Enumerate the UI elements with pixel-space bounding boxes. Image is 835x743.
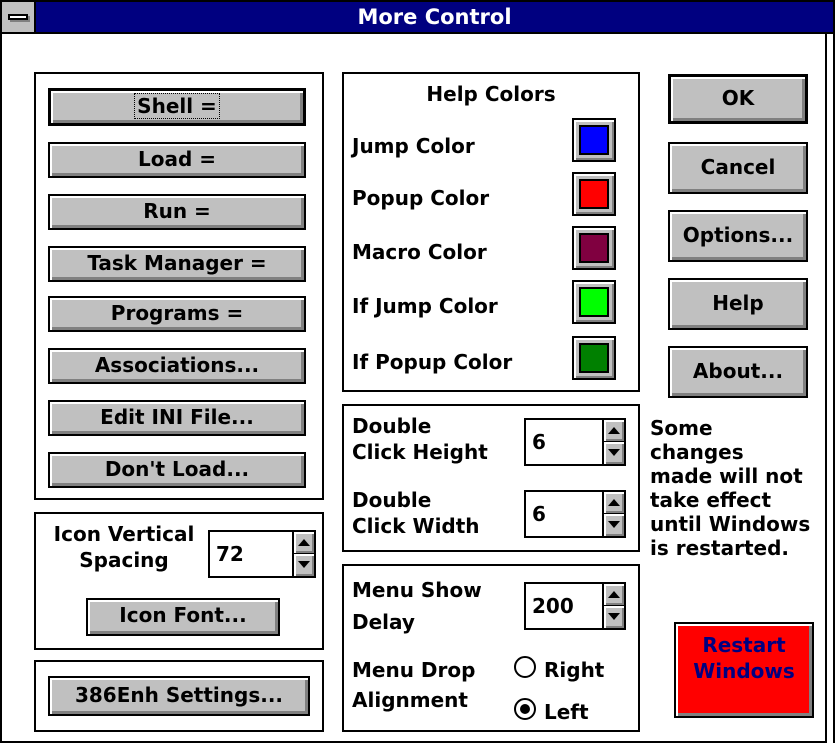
if-jump-color-label: If Jump Color <box>352 294 498 318</box>
shell-settings-group: Shell = Load = Run = Task Manager = Prog… <box>34 72 324 500</box>
title-bar: More Control <box>2 2 833 34</box>
macro-color-label: Macro Color <box>352 240 487 264</box>
associations-button[interactable]: Associations... <box>48 348 306 384</box>
jump-color-label: Jump Color <box>352 134 475 158</box>
popup-color-label: Popup Color <box>352 186 490 210</box>
icon-spacing-label-line1: Icon Vertical <box>53 522 195 546</box>
restart-note-line: made will not <box>650 464 803 488</box>
restart-windows-label-line1: Restart <box>702 633 786 657</box>
spin-up-icon[interactable] <box>604 584 624 606</box>
spin-down-icon[interactable] <box>604 606 624 628</box>
double-click-height-label-1: Double <box>352 414 432 438</box>
run-button[interactable]: Run = <box>48 194 306 230</box>
double-click-height-value[interactable]: 6 <box>532 430 546 454</box>
restart-note: Some changes made will not take effect u… <box>650 416 835 560</box>
double-click-height-spinner[interactable]: 6 <box>524 418 626 466</box>
align-right-label[interactable]: Right <box>544 658 604 682</box>
if-popup-color-label: If Popup Color <box>352 350 513 374</box>
if-jump-color-button[interactable] <box>572 280 616 324</box>
restart-note-line: changes <box>650 440 744 464</box>
double-click-width-value[interactable]: 6 <box>532 502 546 526</box>
cancel-button[interactable]: Cancel <box>668 142 808 194</box>
help-colors-title: Help Colors <box>426 82 556 106</box>
ok-button[interactable]: OK <box>668 74 808 124</box>
align-left-label[interactable]: Left <box>544 700 589 724</box>
popup-color-button[interactable] <box>572 172 616 216</box>
spin-up-icon[interactable] <box>604 420 624 442</box>
more-control-dialog: More Control Shell = Load = Run = Task M… <box>0 0 835 743</box>
icon-spacing-group: Icon Vertical Spacing 72 Icon Font... <box>34 512 324 650</box>
edit-ini-file-button[interactable]: Edit INI File... <box>48 400 306 436</box>
shell-button[interactable]: Shell = <box>48 88 306 126</box>
menu-drop-alignment-label-1: Menu Drop <box>352 658 476 682</box>
menu-drop-alignment-label-2: Alignment <box>352 688 468 712</box>
386enh-settings-button[interactable]: 386Enh Settings... <box>48 676 310 716</box>
window-frame-right <box>825 34 833 743</box>
align-right-radio[interactable] <box>514 656 536 678</box>
menu-show-delay-spinner[interactable]: 200 <box>524 582 626 630</box>
double-click-group: Double Click Height 6 Double Click Width… <box>342 404 640 552</box>
restart-note-line: is restarted. <box>650 536 790 560</box>
spin-down-icon[interactable] <box>604 514 624 536</box>
double-click-width-label-1: Double <box>352 488 432 512</box>
spin-down-icon[interactable] <box>604 442 624 464</box>
load-button[interactable]: Load = <box>48 142 306 178</box>
menu-show-delay-value[interactable]: 200 <box>532 594 574 618</box>
double-click-height-label-2: Click Height <box>352 440 488 464</box>
spin-up-icon[interactable] <box>604 492 624 514</box>
menu-show-delay-label-2: Delay <box>352 610 415 634</box>
task-manager-button[interactable]: Task Manager = <box>48 246 306 282</box>
icon-spacing-label-line2: Spacing <box>79 548 169 572</box>
icon-font-button[interactable]: Icon Font... <box>86 598 280 636</box>
options-button[interactable]: Options... <box>668 210 808 262</box>
icon-spacing-value[interactable]: 72 <box>216 542 244 566</box>
jump-color-button[interactable] <box>572 118 616 162</box>
restart-note-line: Some <box>650 416 713 440</box>
programs-button[interactable]: Programs = <box>48 296 306 332</box>
restart-windows-button[interactable]: Restart Windows <box>674 622 814 718</box>
dont-load-button[interactable]: Don't Load... <box>48 452 306 488</box>
restart-note-line: take effect <box>650 488 772 512</box>
restart-note-line: until Windows <box>650 512 811 536</box>
about-button[interactable]: About... <box>668 346 808 398</box>
macro-color-button[interactable] <box>572 226 616 270</box>
system-menu-icon[interactable] <box>2 2 36 32</box>
double-click-width-spinner[interactable]: 6 <box>524 490 626 538</box>
if-popup-color-button[interactable] <box>572 336 616 380</box>
window-title: More Control <box>357 5 512 29</box>
spin-up-icon[interactable] <box>294 532 314 554</box>
menu-settings-group: Menu Show Delay 200 Menu Drop Alignment … <box>342 564 640 732</box>
enh-settings-group: 386Enh Settings... <box>34 660 324 732</box>
double-click-width-label-2: Click Width <box>352 514 480 538</box>
spin-down-icon[interactable] <box>294 554 314 576</box>
help-button[interactable]: Help <box>668 278 808 330</box>
restart-windows-label-line2: Windows <box>693 659 795 683</box>
help-colors-group: Help Colors Jump Color Popup Color Macro… <box>342 72 640 392</box>
icon-spacing-spinner[interactable]: 72 <box>208 530 316 578</box>
align-left-radio[interactable] <box>514 698 536 720</box>
menu-show-delay-label-1: Menu Show <box>352 578 482 602</box>
